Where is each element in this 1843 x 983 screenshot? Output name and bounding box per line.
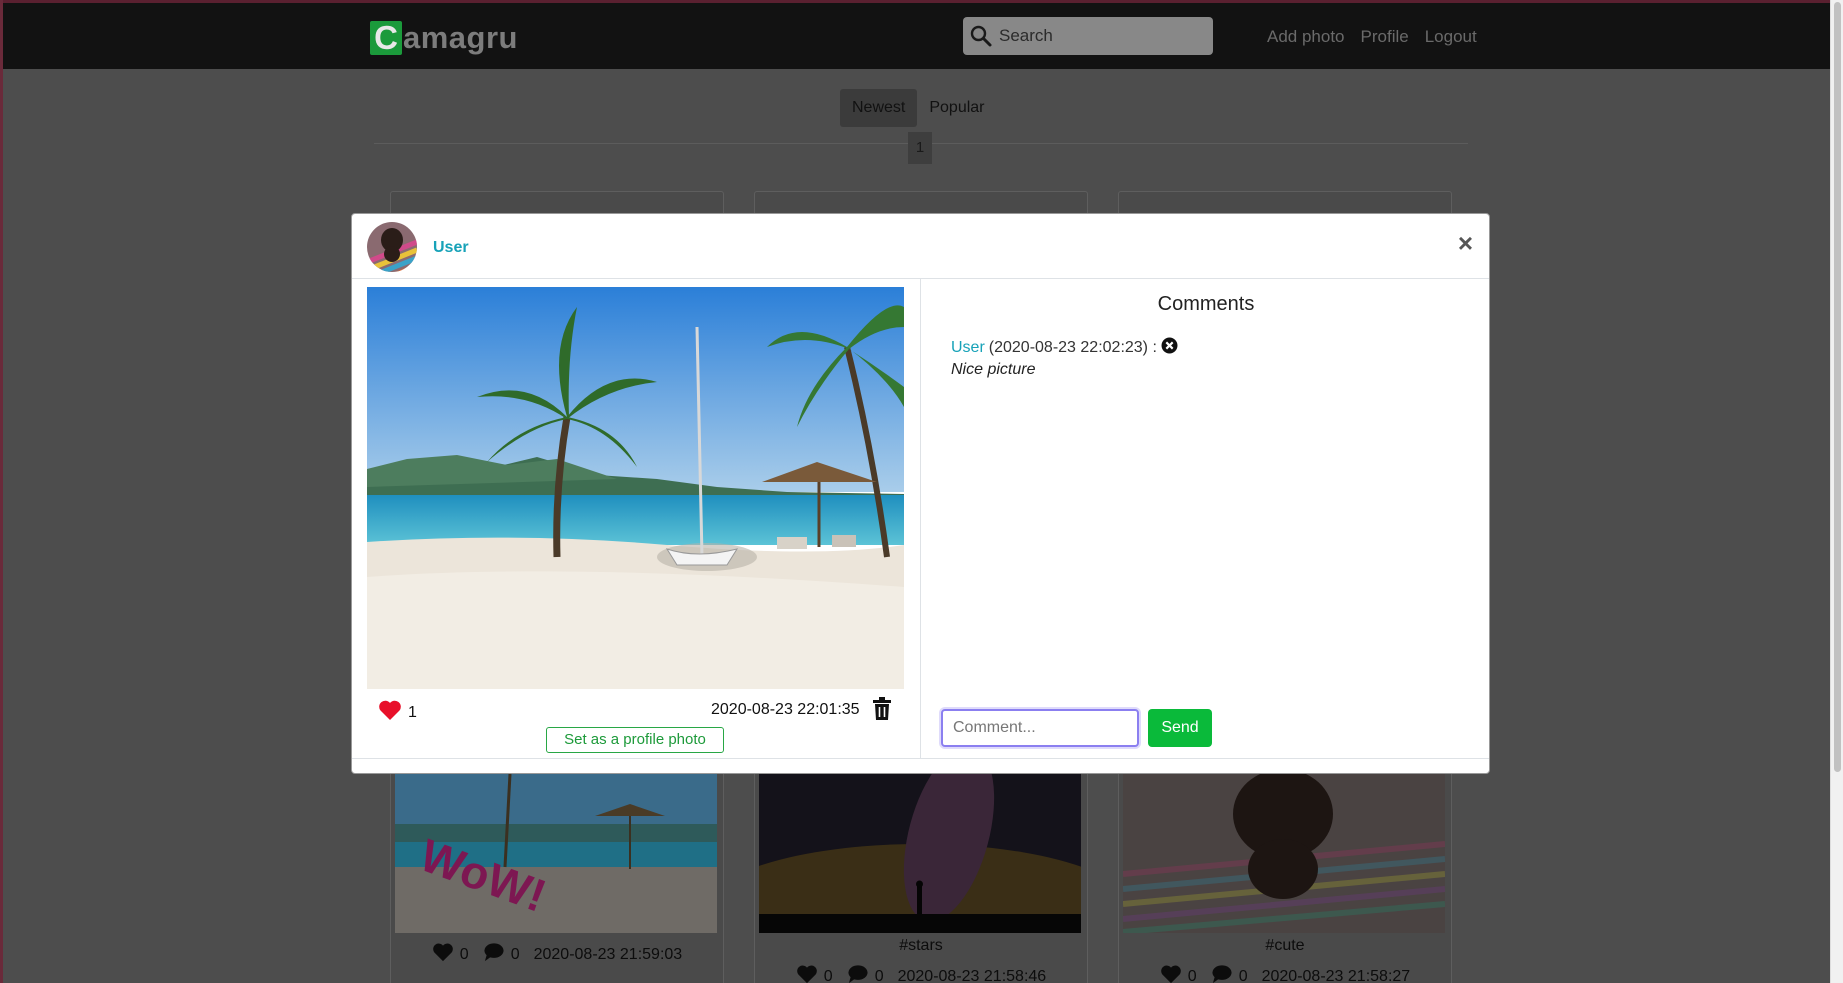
card-tag[interactable]: #stars <box>755 937 1087 955</box>
nav-link-logout[interactable]: Logout <box>1425 27 1477 47</box>
search-icon <box>969 24 993 48</box>
comment-icon[interactable] <box>483 942 505 967</box>
close-icon[interactable]: × <box>1458 228 1473 259</box>
comments-title: Comments <box>1157 293 1255 315</box>
comment-count: 0 <box>1238 967 1248 983</box>
window-frame-left <box>0 0 3 983</box>
modal-footer-divider <box>352 758 1489 759</box>
comment-count: 0 <box>874 967 884 983</box>
comment-icon[interactable] <box>847 964 869 983</box>
card-meta: 0 0 2020-08-23 21:58:46 <box>755 964 1087 983</box>
card-photo[interactable]: WoW! <box>395 774 717 933</box>
comment-icon[interactable] <box>1211 964 1233 983</box>
heart-icon[interactable] <box>432 942 454 967</box>
heart-icon[interactable] <box>1160 964 1182 983</box>
heart-icon[interactable] <box>378 699 402 726</box>
set-profile-photo-button[interactable]: Set as a profile photo <box>546 727 724 753</box>
logo[interactable]: C amagru <box>370 19 518 56</box>
avatar[interactable] <box>367 222 417 272</box>
comment-count: 0 <box>510 945 520 963</box>
card-meta: 0 0 2020-08-23 21:58:27 <box>1119 964 1451 983</box>
scrollbar[interactable] <box>1830 0 1843 983</box>
card-tag[interactable]: #cute <box>1119 937 1451 955</box>
card-date: 2020-08-23 21:59:03 <box>533 945 683 963</box>
modal-photo <box>367 287 904 689</box>
scrollbar-thumb[interactable] <box>1834 2 1841 772</box>
comment-input[interactable] <box>941 709 1139 747</box>
comment-author[interactable]: User <box>951 339 985 357</box>
search-input[interactable] <box>999 26 1199 46</box>
send-button[interactable]: Send <box>1148 709 1212 747</box>
modal-username[interactable]: User <box>433 239 469 257</box>
search-box <box>963 17 1213 55</box>
like-count: 1 <box>408 703 417 721</box>
logo-letter: C <box>370 20 402 55</box>
logo-text: amagru <box>403 19 518 55</box>
card-meta: 0 0 2020-08-23 21:59:03 <box>391 942 723 967</box>
photo-date: 2020-08-23 22:01:35 <box>711 701 860 718</box>
card-date: 2020-08-23 21:58:27 <box>1261 967 1411 983</box>
nav-link-profile[interactable]: Profile <box>1361 27 1409 47</box>
nav-links: Add photo Profile Logout <box>1267 27 1477 47</box>
nav-link-add-photo[interactable]: Add photo <box>1267 27 1345 47</box>
comment-text: Nice picture <box>951 361 1036 378</box>
modal-header: User × <box>352 214 1489 279</box>
sort-tabs: Newest Popular <box>840 89 997 127</box>
comments-panel: Comments User (2020-08-23 22:02:23) : Ni… <box>921 279 1491 758</box>
photo-modal: User × 1 2020-08-23 22:01:35 Set as a pr… <box>351 213 1490 774</box>
comment-time: (2020-08-23 22:02:23) : <box>988 339 1157 356</box>
card-photo[interactable] <box>759 774 1081 933</box>
tab-newest[interactable]: Newest <box>840 89 918 127</box>
heart-icon[interactable] <box>796 964 818 983</box>
card-date: 2020-08-23 21:58:46 <box>897 967 1047 983</box>
modal-photo-panel: 1 2020-08-23 22:01:35 Set as a profile p… <box>352 279 921 758</box>
navbar: C amagru Add photo Profile Logout <box>3 3 1830 69</box>
like-count: 0 <box>1187 967 1197 983</box>
modal-like: 1 <box>378 699 417 726</box>
tab-popular[interactable]: Popular <box>917 89 996 127</box>
trash-icon[interactable] <box>871 697 893 726</box>
remove-comment-icon[interactable] <box>1161 337 1178 359</box>
comment-header: User (2020-08-23 22:02:23) : <box>951 337 1178 359</box>
page-number[interactable]: 1 <box>908 132 932 164</box>
card-photo[interactable] <box>1123 774 1445 933</box>
like-count: 0 <box>459 945 469 963</box>
like-count: 0 <box>823 967 833 983</box>
